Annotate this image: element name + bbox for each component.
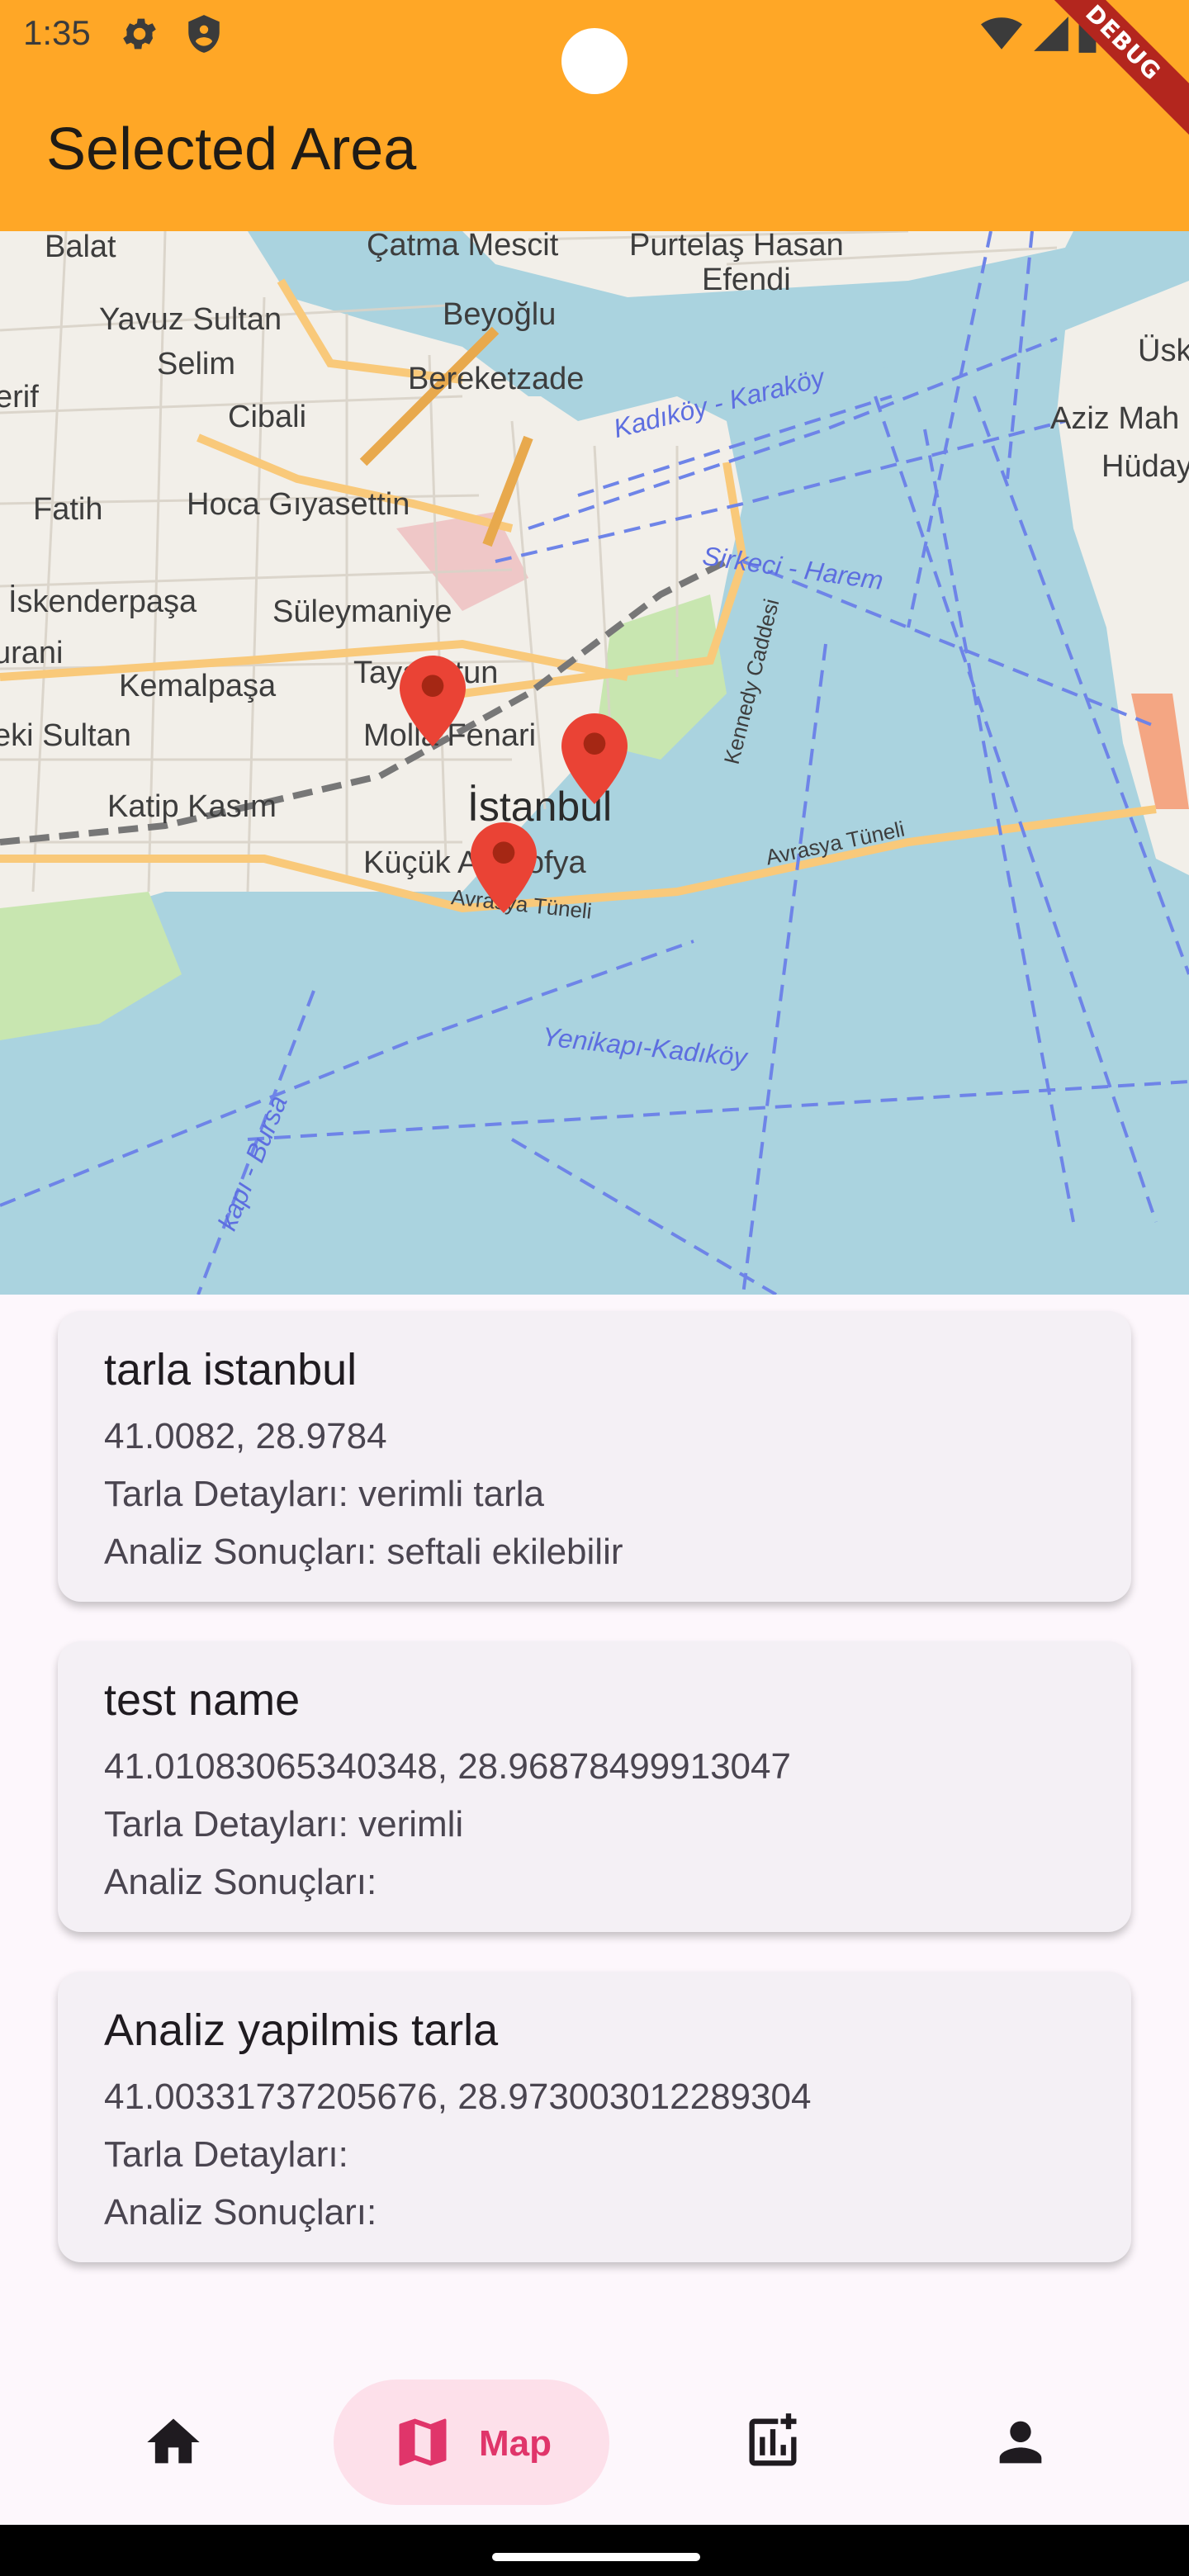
map-icon (391, 2411, 454, 2478)
area-coordinates: 41.00331737205676, 28.973003012289304 (104, 2076, 812, 2117)
person-icon (989, 2411, 1052, 2478)
map-label: Hoca Gıyasettin (187, 487, 410, 522)
map-label: Bereketzade (408, 362, 585, 396)
page-title: Selected Area (46, 116, 417, 182)
add-chart-icon (741, 2411, 804, 2478)
map-label: erif (0, 380, 39, 414)
shield-icon (183, 13, 225, 59)
map-label: İskenderpaşa (8, 585, 197, 619)
app-bar: 1:35 DEBUG Selected Area (0, 0, 1189, 231)
map-label: Yavuz Sultan (99, 302, 282, 337)
area-analysis: Analiz Sonuçları: (104, 1862, 377, 1902)
nav-item-home[interactable] (107, 2379, 239, 2508)
nav-item-map[interactable]: Map (334, 2379, 609, 2508)
map-label: Cibali (228, 400, 307, 434)
status-time: 1:35 (23, 13, 91, 52)
area-name: tarla istanbul (104, 1345, 358, 1395)
nav-item-add-analysis[interactable] (707, 2379, 839, 2508)
map-label: Üsk (1138, 334, 1189, 368)
map-pin-icon[interactable] (561, 713, 628, 804)
map-label: Beyoğlu (443, 297, 557, 332)
map-label: Efendi (702, 263, 791, 297)
bottom-navigation: Map (0, 2363, 1189, 2525)
area-list: tarla istanbul 41.0082, 28.9784 Tarla De… (58, 1311, 1131, 2302)
system-navigation-area (0, 2525, 1189, 2576)
map-view[interactable]: Balat erif Yavuz Sultan Selim Cibali Bey… (0, 231, 1189, 1295)
area-card[interactable]: test name 41.01083065340348, 28.96878499… (58, 1641, 1131, 1932)
map-pin-icon[interactable] (471, 822, 537, 913)
area-analysis: Analiz Sonuçları: (104, 2192, 377, 2233)
map-label: Katip Kasım (107, 789, 277, 824)
area-coordinates: 41.0082, 28.9784 (104, 1416, 387, 1456)
map-label: eki Sultan (0, 718, 131, 753)
area-card[interactable]: Analiz yapilmis tarla 41.00331737205676,… (58, 1972, 1131, 2262)
nav-item-map-label: Map (479, 2423, 552, 2464)
home-gesture-handle[interactable] (492, 2553, 700, 2561)
area-details: Tarla Detayları: (104, 2134, 348, 2175)
area-coordinates: 41.01083065340348, 28.96878499913047 (104, 1746, 791, 1787)
map-label: Kemalpaşa (119, 669, 277, 703)
home-icon (142, 2411, 205, 2478)
area-name: Analiz yapilmis tarla (104, 2005, 499, 2055)
map-label: Süleymaniye (272, 594, 452, 629)
settings-gear-icon (119, 13, 160, 59)
nav-item-profile[interactable] (955, 2379, 1087, 2508)
camera-cutout (561, 28, 628, 94)
wifi-icon (979, 13, 1024, 59)
area-analysis: Analiz Sonuçları: seftali ekilebilir (104, 1532, 623, 1572)
area-name: test name (104, 1675, 301, 1725)
map-label: Purtelaş Hasan (629, 231, 844, 263)
area-details: Tarla Detayları: verimli tarla (104, 1474, 545, 1514)
map-label: Çatma Mescit (367, 231, 559, 263)
map-label: Selim (157, 347, 236, 381)
map-label: Fatih (33, 492, 103, 527)
map-label: Hüday (1101, 449, 1189, 484)
area-details: Tarla Detayları: verimli (104, 1804, 464, 1844)
map-label: urani (0, 636, 64, 670)
map-label: Aziz Mah (1050, 401, 1180, 436)
area-card[interactable]: tarla istanbul 41.0082, 28.9784 Tarla De… (58, 1311, 1131, 1602)
cellular-signal-icon (1030, 13, 1072, 59)
map-label: Balat (45, 231, 116, 264)
map-pin-icon[interactable] (400, 656, 466, 746)
